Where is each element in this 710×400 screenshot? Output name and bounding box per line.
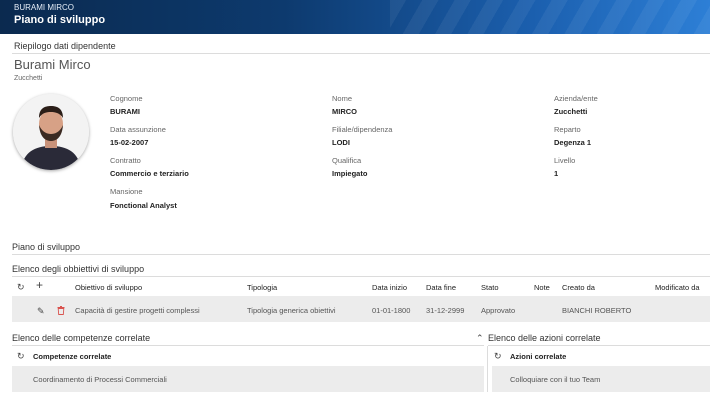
value-filiale: LODI	[332, 138, 350, 147]
label-livello: Livello	[554, 156, 576, 165]
add-icon[interactable]: +	[36, 279, 43, 291]
employee-name: Burami Mirco	[14, 57, 91, 72]
col-creato-da[interactable]: Creato da	[562, 283, 595, 292]
avatar	[13, 94, 89, 170]
cell-stato: Approvato	[481, 306, 516, 315]
label-mansione: Mansione	[110, 187, 143, 196]
label-azienda: Azienda/ente	[554, 94, 598, 103]
page-title: Piano di sviluppo	[14, 14, 106, 26]
col-modificato-da[interactable]: Modificato da	[655, 283, 700, 292]
value-azienda: Zucchetti	[554, 107, 588, 116]
col-data-inizio[interactable]: Data inizio	[372, 283, 407, 292]
cell-creato-da: BIANCHI ROBERTO	[562, 306, 632, 315]
divider	[12, 345, 484, 346]
refresh-icon[interactable]: ↻	[17, 351, 25, 361]
cell-competenza: Coordinamento di Processi Commerciali	[33, 375, 167, 384]
plan-section-title: Piano di sviluppo	[12, 242, 81, 252]
label-contratto: Contratto	[110, 156, 141, 165]
col-competenze[interactable]: Competenze correlate	[33, 352, 111, 361]
employee-company: Zucchetti	[14, 75, 43, 82]
label-filiale: Filiale/dipendenza	[332, 125, 393, 134]
cell-obiettivo: Capacità di gestire progetti complessi	[75, 306, 200, 315]
cell-data-inizio: 01-01-1800	[372, 306, 411, 315]
value-nome: MIRCO	[332, 107, 357, 116]
value-livello: 1	[554, 169, 559, 178]
cell-azione: Colloquiare con il tuo Team	[510, 375, 601, 384]
trash-icon[interactable]	[57, 306, 65, 317]
chevron-up-icon[interactable]: ⌃	[476, 333, 484, 343]
label-nome: Nome	[332, 94, 353, 103]
label-cognome: Cognome	[110, 94, 143, 103]
value-cognome: BURAMI	[110, 107, 140, 116]
divider	[12, 254, 710, 255]
divider-vertical	[487, 346, 488, 392]
competenze-title: Elenco delle competenze correlate	[12, 333, 151, 343]
value-data-assunzione: 15-02-2007	[110, 138, 149, 147]
label-qualifica: Qualifica	[332, 156, 362, 165]
divider	[12, 276, 710, 277]
value-mansione: Fonctional Analyst	[110, 201, 177, 210]
refresh-icon[interactable]: ↻	[17, 282, 25, 292]
value-reparto: Degenza 1	[554, 138, 592, 147]
summary-section-title: Riepilogo dati dipendente	[14, 41, 116, 51]
col-azioni[interactable]: Azioni correlate	[510, 352, 566, 361]
value-contratto: Commercio e terziario	[110, 169, 189, 178]
col-data-fine[interactable]: Data fine	[426, 283, 456, 292]
col-note[interactable]: Note	[534, 283, 550, 292]
objectives-title: Elenco degli obbiettivi di sviluppo	[12, 264, 145, 274]
refresh-icon[interactable]: ↻	[494, 351, 502, 361]
label-reparto: Reparto	[554, 125, 581, 134]
app-header: BURAMI MIRCO Piano di sviluppo	[0, 0, 710, 34]
col-stato[interactable]: Stato	[481, 283, 499, 292]
divider	[488, 345, 710, 346]
header-decoration	[390, 0, 710, 34]
pencil-icon[interactable]: ✎	[37, 306, 45, 316]
col-obiettivo[interactable]: Obiettivo di sviluppo	[75, 283, 142, 292]
azioni-title: Elenco delle azioni correlate	[488, 333, 601, 343]
value-qualifica: Impiegato	[332, 169, 368, 178]
col-tipologia[interactable]: Tipologia	[247, 283, 277, 292]
divider	[12, 53, 710, 54]
cell-data-fine: 31-12-2999	[426, 306, 465, 315]
avatar-photo-icon	[13, 94, 89, 170]
label-data-assunzione: Data assunzione	[110, 125, 166, 134]
trash-icon-shape	[57, 306, 65, 315]
cell-tipologia: Tipologia generica obiettivi	[247, 306, 336, 315]
header-user-name: BURAMI MIRCO	[14, 3, 74, 12]
